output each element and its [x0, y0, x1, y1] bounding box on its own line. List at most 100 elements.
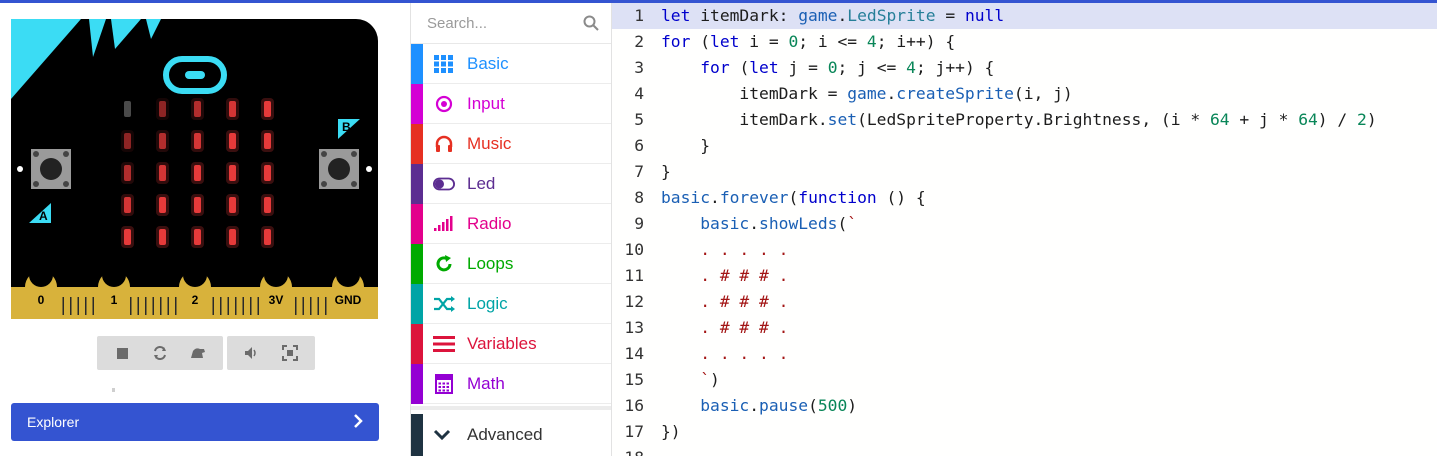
pin-label: 1 — [111, 293, 118, 307]
pin-label: 2 — [192, 293, 199, 307]
code-line[interactable]: 17}) — [612, 419, 1437, 445]
line-number: 8 — [634, 188, 644, 207]
code-line[interactable]: 7} — [612, 159, 1437, 185]
code-text: }) — [661, 422, 681, 441]
chevron-right-icon — [353, 413, 363, 431]
led-0-3 — [226, 98, 239, 120]
line-number: 13 — [624, 318, 644, 337]
led-0-1 — [156, 98, 169, 120]
led-1-1 — [156, 130, 169, 152]
code-line[interactable]: 8 basic.forever(function () { — [612, 185, 1437, 211]
led-3-0 — [121, 194, 134, 216]
microbit-board[interactable]: A B 0 1 2 3V GND — [11, 19, 378, 319]
led-0-4 — [261, 98, 274, 120]
code-text: } — [661, 136, 711, 155]
explorer-button[interactable]: Explorer — [11, 403, 379, 441]
pin-gnd[interactable]: GND — [332, 263, 364, 319]
code-line[interactable]: 9 basic.showLeds(` — [612, 211, 1437, 237]
code-line[interactable]: 12 . # # # . — [612, 289, 1437, 315]
led-2-1 — [156, 162, 169, 184]
code-line[interactable]: 2 for (let i = 0; i <= 4; i++) { — [612, 29, 1437, 55]
code-text: basic.showLeds(` — [700, 214, 858, 233]
button-b[interactable] — [319, 149, 359, 189]
line-number: 4 — [634, 84, 644, 103]
line-number: 10 — [624, 240, 644, 259]
line-number: 11 — [624, 266, 644, 285]
refresh-icon — [433, 253, 455, 275]
advanced-label: Advanced — [467, 425, 543, 444]
code-text: } — [661, 162, 671, 181]
simulator-toolbar — [97, 336, 315, 370]
led-4-3 — [226, 226, 239, 248]
code-line[interactable]: 18 — [612, 445, 1437, 456]
line-number: 9 — [634, 214, 644, 233]
code-line[interactable]: 13 . # # # . — [612, 315, 1437, 341]
category-basic[interactable]: Basic — [411, 43, 611, 84]
code-line[interactable]: 15 `) — [612, 367, 1437, 393]
category-input[interactable]: Input — [411, 83, 611, 124]
led-1-2 — [191, 130, 204, 152]
category-logic[interactable]: Logic — [411, 283, 611, 324]
code-line[interactable]: 5 itemDark.set(LedSpriteProperty.Brightn… — [612, 107, 1437, 133]
category-loops[interactable]: Loops — [411, 243, 611, 284]
led-3-4 — [261, 194, 274, 216]
toggle-icon — [433, 173, 455, 195]
code-text: itemDark.set(LedSpriteProperty.Brightnes… — [661, 110, 1377, 129]
search-icon[interactable] — [583, 15, 599, 36]
led-3-2 — [191, 194, 204, 216]
code-line[interactable]: 1 let itemDark: game.LedSprite = null — [612, 3, 1437, 29]
stop-icon[interactable] — [103, 336, 141, 370]
mute-icon[interactable] — [233, 336, 271, 370]
code-text: . . . . . — [661, 344, 789, 363]
line-number: 15 — [624, 370, 644, 389]
code-line[interactable]: 16 basic.pause(500) — [612, 393, 1437, 419]
toolbox-panel: Basic Input Music Led Radio Loops Logic Variabl… — [410, 3, 612, 456]
code-line[interactable]: 6 } — [612, 133, 1437, 159]
chevron-down-icon — [433, 429, 451, 441]
category-label: Basic — [467, 53, 509, 73]
code-line[interactable]: 4 itemDark = game.createSprite(i, j) — [612, 81, 1437, 107]
led-0-0 — [124, 101, 131, 117]
led-1-4 — [261, 130, 274, 152]
pin-1[interactable]: 1 — [98, 263, 130, 319]
pin-2[interactable]: 2 — [179, 263, 211, 319]
headphones-icon — [433, 133, 455, 155]
code-line[interactable]: 14 . . . . . — [612, 341, 1437, 367]
code-line[interactable]: 10 . . . . . — [612, 237, 1437, 263]
led-2-3 — [226, 162, 239, 184]
advanced-color-bar — [411, 414, 423, 456]
slowmo-icon[interactable] — [179, 336, 217, 370]
category-color-bar — [411, 363, 423, 404]
restart-icon[interactable] — [141, 336, 179, 370]
led-4-2 — [191, 226, 204, 248]
advanced-category[interactable]: Advanced — [411, 414, 611, 456]
led-4-4 — [261, 226, 274, 248]
category-label: Logic — [467, 293, 508, 313]
category-led[interactable]: Led — [411, 163, 611, 204]
pin-3v[interactable]: 3V — [260, 263, 292, 319]
code-line[interactable]: 11 . # # # . — [612, 263, 1437, 289]
line-number: 14 — [624, 344, 644, 363]
code-text: for (let i = 0; i <= 4; i++) { — [661, 32, 956, 51]
toolbox-search — [411, 3, 611, 44]
category-label: Led — [467, 173, 496, 193]
pin-label: 0 — [38, 293, 45, 307]
button-a[interactable] — [31, 149, 71, 189]
pin-0[interactable]: 0 — [25, 263, 57, 319]
button-a-label: A — [39, 209, 48, 223]
category-color-bar — [411, 323, 423, 364]
sim-control-group — [97, 336, 223, 370]
signal-icon — [433, 213, 455, 235]
search-input[interactable] — [411, 3, 611, 43]
category-color-bar — [411, 123, 423, 164]
category-variables[interactable]: Variables — [411, 323, 611, 364]
fullscreen-icon[interactable] — [271, 336, 309, 370]
category-music[interactable]: Music — [411, 123, 611, 164]
code-line[interactable]: 3 for (let j = 0; j <= 4; j++) { — [612, 55, 1437, 81]
line-number: 17 — [624, 422, 644, 441]
led-2-2 — [191, 162, 204, 184]
code-editor[interactable]: 1 let itemDark: game.LedSprite = null 2 for… — [612, 3, 1437, 456]
category-radio[interactable]: Radio — [411, 203, 611, 244]
line-number: 5 — [634, 110, 644, 129]
category-math[interactable]: Math — [411, 363, 611, 404]
